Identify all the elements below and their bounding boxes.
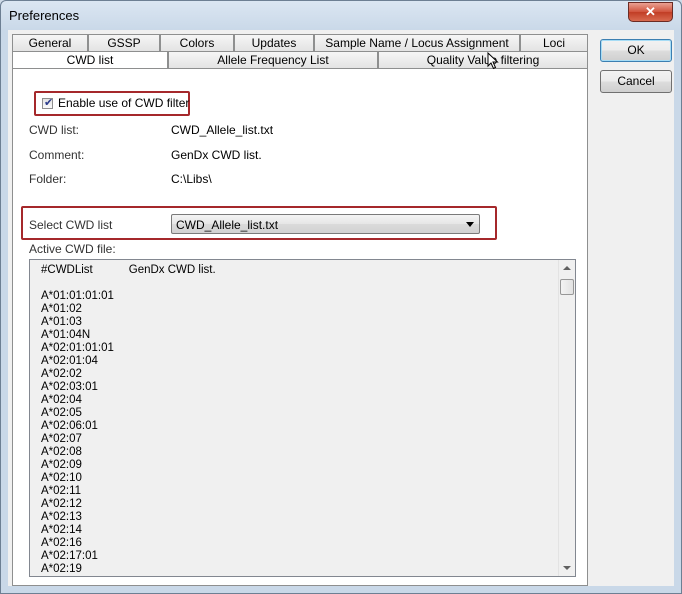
close-button[interactable]: ✕ [628,2,673,22]
list-item: A*02:04 [41,394,82,406]
header-key: #CWDList [41,264,93,276]
tab-general[interactable]: General [12,34,88,51]
cwd-list-value: CWD_Allele_list.txt [171,123,274,137]
list-item: A*02:16 [41,537,82,549]
list-item: A*02:11 [41,485,82,497]
window-title: Preferences [9,8,80,23]
file-header-line: #CWDList GenDx CWD list. [41,264,216,277]
client-area: General GSSP Colors Updates Sample Name … [8,30,674,586]
list-item: A*01:01:01:01 [41,290,114,302]
select-cwd-list-dropdown[interactable]: CWD_Allele_list.txt [171,214,480,234]
ok-button[interactable]: OK [600,39,672,62]
header-value: GenDx CWD list. [128,264,216,276]
list-item: A*02:01:01:01 [41,342,114,354]
active-cwd-file-textbox[interactable]: #CWDList GenDx CWD list. A*01:01:01:01 A*… [29,259,576,577]
list-item: A*02:19 [41,563,82,575]
scroll-down-icon[interactable] [563,566,571,570]
tab-loci[interactable]: Loci [520,34,588,51]
list-item: A*02:06:01 [41,420,98,432]
list-item: A*02:02 [41,368,82,380]
folder-value: C:\Libs\ [171,172,212,186]
close-icon: ✕ [645,4,656,19]
list-item: A*02:08 [41,446,82,458]
tab-sample-name-locus-assignment[interactable]: Sample Name / Locus Assignment [314,34,520,51]
list-item: A*02:03:01 [41,381,98,393]
scroll-up-icon[interactable] [563,266,571,270]
preferences-window: Preferences ✕ General GSSP Colors Update… [0,0,682,594]
list-item: A*02:07 [41,433,82,445]
list-item: A*01:02 [41,303,82,315]
tab-quality-value-filtering[interactable]: Quality Value filtering [378,51,588,68]
active-cwd-file-label: Active CWD file: [29,242,116,256]
list-item: A*01:04N [41,329,91,341]
list-item: A*02:14 [41,524,82,536]
chevron-down-icon [466,222,474,227]
cwd-list-panel: ✔ Enable use of CWD filter CWD list: CWD… [12,68,588,586]
scrollbar-thumb[interactable] [560,279,574,295]
checkmark-icon: ✔ [44,97,54,109]
vertical-scrollbar[interactable] [558,260,575,576]
list-item: A*02:13 [41,511,82,523]
tab-updates[interactable]: Updates [234,34,314,51]
comment-label: Comment: [29,148,85,162]
list-item: A*02:05 [41,407,82,419]
enable-cwd-filter-checkbox[interactable]: ✔ [42,97,54,109]
active-cwd-file-content: #CWDList GenDx CWD list. A*01:01:01:01 A*… [41,264,216,576]
comment-value: GenDx CWD list. [171,148,262,162]
tab-gssp[interactable]: GSSP [88,34,160,51]
list-item: A*02:01:04 [41,355,98,367]
cancel-button[interactable]: Cancel [600,70,672,93]
mouse-cursor-icon [487,52,499,70]
select-cwd-list-value: CWD_Allele_list.txt [176,218,279,232]
list-item: A*02:12 [41,498,82,510]
tab-allele-frequency-list[interactable]: Allele Frequency List [168,51,378,68]
list-item: A*01:03 [41,316,82,328]
enable-cwd-filter-label: Enable use of CWD filter [58,96,190,110]
list-item: A*02:17:01 [41,550,98,562]
cwd-list-label: CWD list: [29,123,79,137]
list-item: A*02:09 [41,459,82,471]
folder-label: Folder: [29,172,67,186]
title-bar: Preferences ✕ [1,1,681,29]
list-item: A*02:10 [41,472,82,484]
select-cwd-list-label: Select CWD list [29,218,113,232]
tab-colors[interactable]: Colors [160,34,234,51]
